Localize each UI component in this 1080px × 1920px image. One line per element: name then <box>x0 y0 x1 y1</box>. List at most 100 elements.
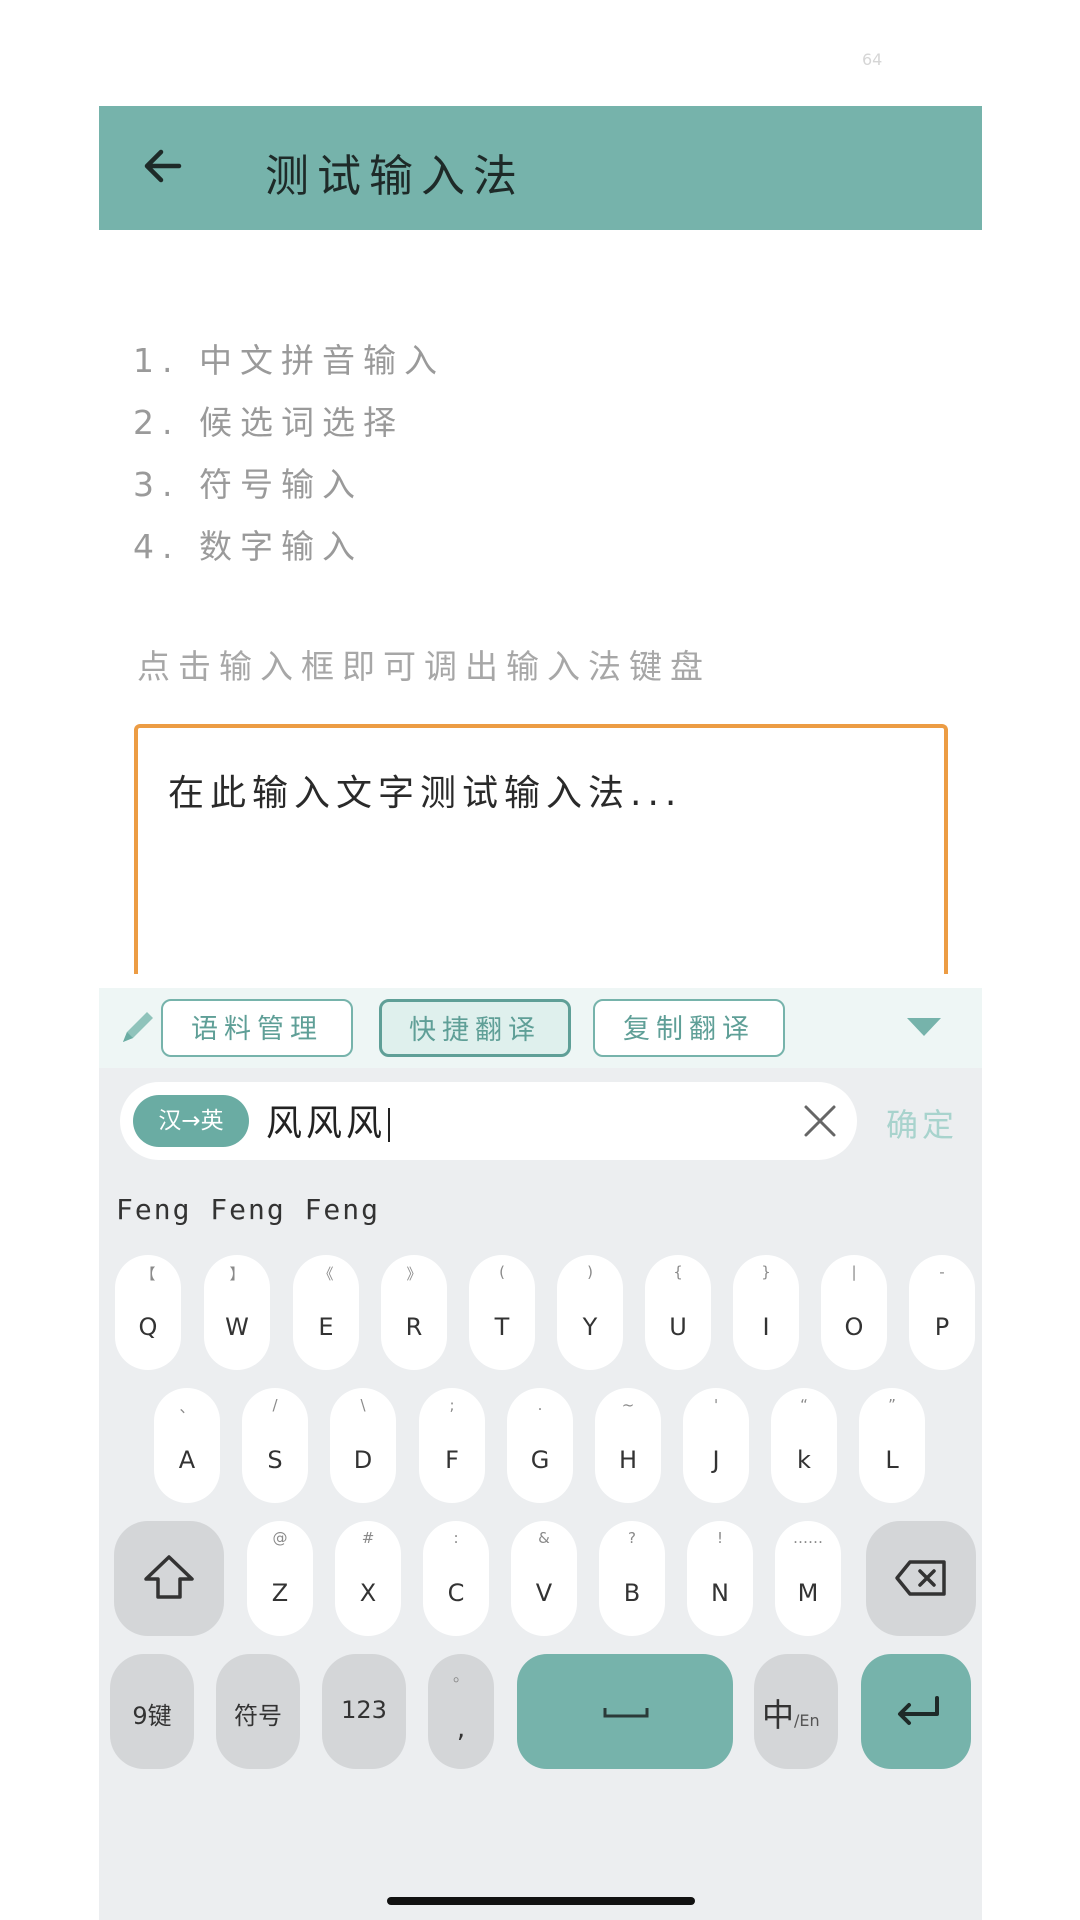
key-letter: A <box>178 1446 196 1474</box>
key-symbol: . <box>537 1396 543 1414</box>
backspace-icon <box>894 1559 948 1601</box>
key-k[interactable]: “k <box>771 1388 837 1503</box>
close-icon[interactable] <box>803 1104 837 1138</box>
list-item: 2. 候选词选择 <box>133 403 404 442</box>
key-y[interactable]: ) Y <box>557 1255 623 1370</box>
test-text-input[interactable]: 在此输入文字测试输入法... <box>134 724 948 974</box>
key-j[interactable]: ' J <box>683 1388 749 1503</box>
key-b[interactable]: ? B <box>599 1521 665 1636</box>
key-g[interactable]: .G <box>507 1388 573 1503</box>
key-letter: k <box>797 1446 811 1474</box>
key-v[interactable]: & V <box>511 1521 577 1636</box>
input-placeholder: 在此输入文字测试输入法... <box>168 773 683 814</box>
backspace-key[interactable] <box>866 1521 976 1636</box>
key-o[interactable]: | O <box>821 1255 887 1370</box>
nine-key-label: 9键 <box>132 1702 172 1730</box>
key-z[interactable]: @ Z <box>247 1521 313 1636</box>
language-switch-label: 中/En <box>762 1690 838 1736</box>
translate-input-bar[interactable]: 汉→英 风风风 <box>120 1082 857 1160</box>
enter-icon <box>893 1694 941 1730</box>
lang-main: 中 <box>762 1696 795 1734</box>
key-i[interactable]: } I <box>733 1255 799 1370</box>
key-letter: M <box>797 1579 819 1607</box>
key-letter: L <box>885 1446 899 1474</box>
key-symbol: ) <box>587 1263 593 1281</box>
key-letter: I <box>762 1313 770 1341</box>
key-letter: U <box>669 1313 687 1341</box>
key-h[interactable]: ~ H <box>595 1388 661 1503</box>
punctuation-key[interactable]: 。 , <box>428 1654 494 1769</box>
key-letter: H <box>618 1446 638 1474</box>
key-l[interactable]: ” L <box>859 1388 925 1503</box>
confirm-button[interactable]: 确定 <box>886 1100 958 1146</box>
key-letter: O <box>844 1313 864 1341</box>
key-symbol: 》 <box>406 1265 422 1283</box>
key-r[interactable]: 》 R <box>381 1255 447 1370</box>
key-symbol: ~ <box>621 1396 635 1414</box>
list-item: 1. 中文拼音输入 <box>133 341 445 380</box>
key-t[interactable]: (T <box>469 1255 535 1370</box>
candidate-word[interactable]: Feng Feng Feng <box>116 1193 380 1226</box>
key-symbol: } <box>761 1263 771 1281</box>
triangle-down-icon[interactable] <box>907 1018 941 1036</box>
key-u[interactable]: {U <box>645 1255 711 1370</box>
key-symbol: ! <box>716 1529 723 1547</box>
nine-key-button[interactable]: 9键 <box>110 1654 194 1769</box>
translate-direction-toggle[interactable]: 汉→英 <box>133 1095 249 1147</box>
list-item: 4. 数字输入 <box>133 527 363 566</box>
key-symbol: “ <box>800 1396 808 1414</box>
key-symbol: 《 <box>318 1265 334 1283</box>
shift-key[interactable] <box>114 1521 224 1636</box>
key-symbol: ' <box>713 1396 719 1414</box>
symbols-button[interactable]: 符号 <box>216 1654 300 1769</box>
key-letter: W <box>225 1313 249 1341</box>
space-key[interactable] <box>517 1654 733 1769</box>
key-symbol: ? <box>628 1529 636 1547</box>
key-q[interactable]: 【Q <box>115 1255 181 1370</box>
feature-list: 1. 中文拼音输入 2. 候选词选择 3. 符号输入 4. 数字输入 <box>133 330 445 578</box>
key-symbol: | <box>851 1263 857 1281</box>
key-letter: Q <box>138 1313 158 1341</box>
key-symbol: ( <box>499 1263 505 1281</box>
list-item: 3. 符号输入 <box>133 465 363 504</box>
key-e[interactable]: 《 E <box>293 1255 359 1370</box>
keyboard: 语料管理 快捷翻译 复制翻译 汉→英 风风风 确定 Feng Feng Feng… <box>99 988 982 1920</box>
key-symbol: @ <box>272 1529 288 1547</box>
key-a[interactable]: 、 A <box>154 1388 220 1503</box>
key-letter: T <box>494 1313 510 1341</box>
key-f[interactable]: ; F <box>419 1388 485 1503</box>
copy-translate-button[interactable]: 复制翻译 <box>593 999 785 1057</box>
enter-key[interactable] <box>861 1654 971 1769</box>
key-symbol: …… <box>793 1529 823 1547</box>
arrow-left-icon[interactable] <box>139 142 187 190</box>
key-m[interactable]: …… M <box>775 1521 841 1636</box>
key-symbol: : <box>453 1529 459 1547</box>
key-d[interactable]: \ D <box>330 1388 396 1503</box>
page-title: 测试输入法 <box>265 151 525 202</box>
key-n[interactable]: ! N <box>687 1521 753 1636</box>
symbols-label: 符号 <box>234 1702 282 1730</box>
key-letter: F <box>445 1446 459 1474</box>
home-indicator[interactable] <box>387 1897 695 1905</box>
language-switch-key[interactable]: 中/En <box>754 1654 838 1769</box>
key-p[interactable]: -P <box>909 1255 975 1370</box>
key-s[interactable]: / S <box>242 1388 308 1503</box>
key-letter: D <box>353 1446 373 1474</box>
key-symbol: ; <box>449 1396 455 1414</box>
quick-translate-button[interactable]: 快捷翻译 <box>379 999 571 1057</box>
key-x[interactable]: # X <box>335 1521 401 1636</box>
key-c[interactable]: :C <box>423 1521 489 1636</box>
corpus-manage-button[interactable]: 语料管理 <box>161 999 353 1057</box>
keyboard-toolbar: 语料管理 快捷翻译 复制翻译 <box>99 988 982 1068</box>
shift-icon <box>142 1553 196 1605</box>
numbers-button[interactable]: 123 <box>322 1654 406 1769</box>
app-bar: 测试输入法 <box>99 106 982 230</box>
key-symbol: \ <box>360 1396 366 1414</box>
key-letter: N <box>711 1579 729 1607</box>
key-symbol: 】 <box>229 1265 245 1283</box>
pencil-icon[interactable] <box>117 1006 157 1048</box>
key-w[interactable]: 】 W <box>204 1255 270 1370</box>
key-letter: X <box>359 1579 377 1607</box>
translate-text: 风风风 <box>266 1094 391 1146</box>
space-icon <box>603 1704 649 1724</box>
